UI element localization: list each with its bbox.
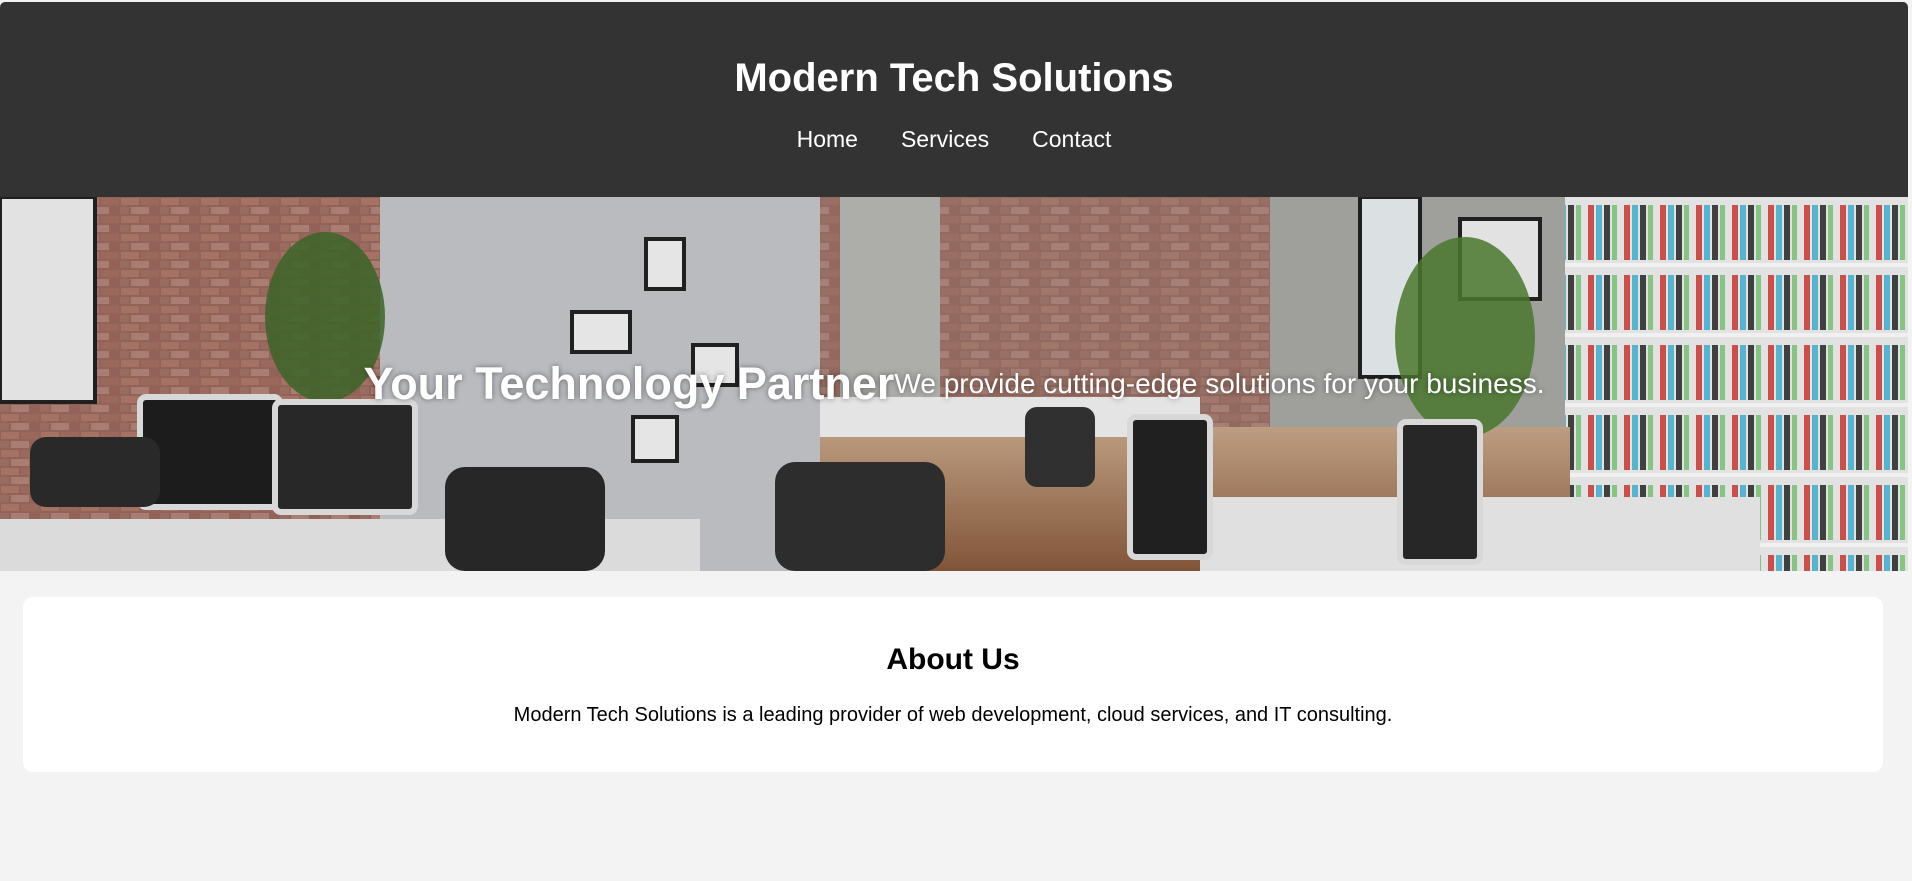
about-title: About Us [886,643,1020,676]
hero-tagline: We provide cutting-edge solutions for yo… [894,368,1545,399]
nav-link-home[interactable]: Home [797,122,858,156]
hero-headline: Your Technology Partner [363,358,895,409]
hero-text: Your Technology Partner We provide cutti… [0,197,1908,571]
about-description: Modern Tech Solutions is a leading provi… [513,704,1393,726]
nav-link-services[interactable]: Services [901,122,989,156]
site-title: Modern Tech Solutions [734,56,1174,100]
main-nav: Home Services Contact [0,122,1908,156]
site-header: Modern Tech Solutions Home Services Cont… [0,2,1908,197]
about-section: About Us Modern Tech Solutions is a lead… [23,597,1883,772]
hero-banner: Your Technology Partner We provide cutti… [0,197,1908,571]
nav-link-contact[interactable]: Contact [1032,122,1111,156]
